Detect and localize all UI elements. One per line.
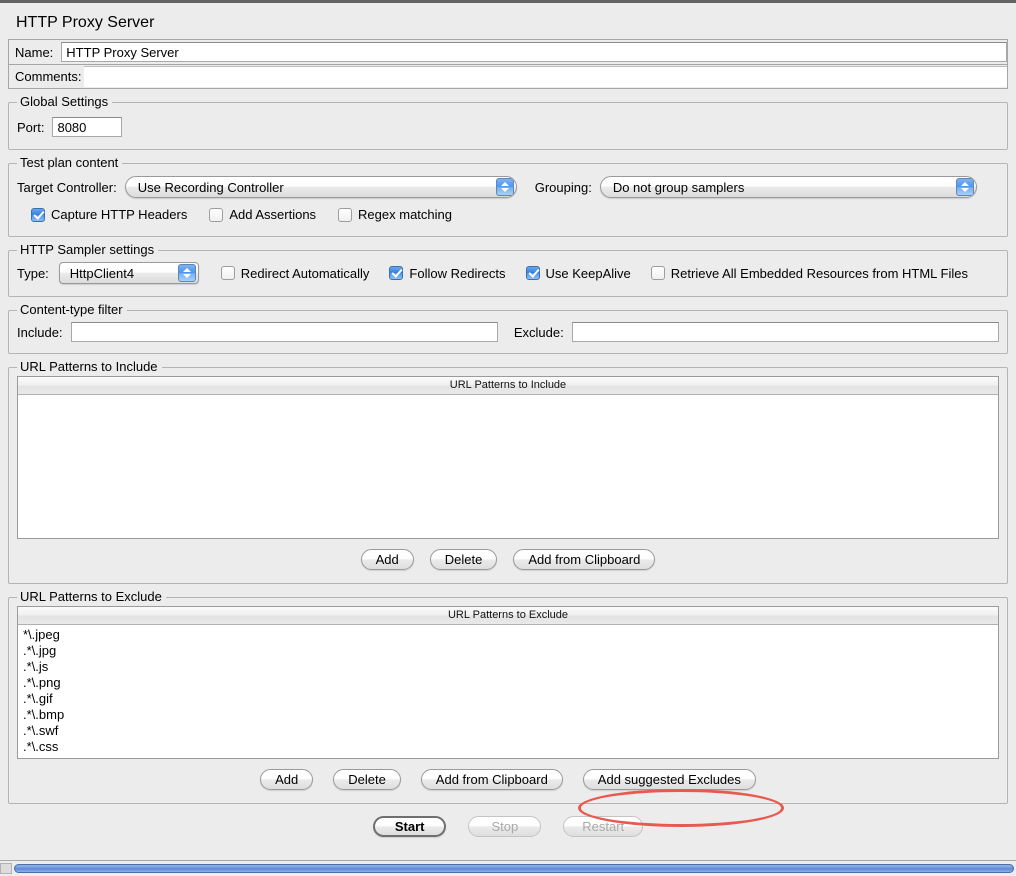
url-include-table[interactable]: URL Patterns to Include (17, 376, 999, 539)
checkbox-add-assertions[interactable]: Add Assertions (209, 207, 316, 222)
url-include-column-header: URL Patterns to Include (18, 377, 998, 395)
sampler-type-combo[interactable]: HttpClient4 (59, 262, 199, 284)
proxy-settings-pane: HTTP Proxy Server Name: Comments: Global… (0, 6, 1016, 863)
grouping-label: Grouping: (535, 180, 592, 195)
table-row[interactable]: .*\.css (18, 739, 998, 755)
url-patterns-exclude-group: URL Patterns to Exclude URL Patterns to … (8, 597, 1008, 804)
comments-input[interactable] (84, 66, 1007, 87)
content-exclude-label: Exclude: (514, 325, 564, 340)
checkbox-label: Follow Redirects (409, 266, 505, 281)
global-settings-legend: Global Settings (17, 95, 112, 109)
url-patterns-exclude-legend: URL Patterns to Exclude (17, 590, 166, 604)
include-add-from-clipboard-button[interactable]: Add from Clipboard (513, 549, 655, 570)
start-button[interactable]: Start (373, 816, 447, 837)
exclude-add-button[interactable]: Add (260, 769, 313, 790)
chevron-updown-icon[interactable] (496, 178, 514, 196)
checkbox-icon[interactable] (31, 208, 45, 222)
content-include-label: Include: (17, 325, 63, 340)
checkbox-icon[interactable] (651, 266, 665, 280)
url-include-table-body[interactable] (18, 395, 998, 539)
chevron-updown-icon[interactable] (178, 264, 196, 282)
checkbox-follow-redirects[interactable]: Follow Redirects (389, 266, 505, 281)
port-label: Port: (17, 120, 44, 135)
checkbox-label: Add Assertions (229, 207, 316, 222)
name-label: Name: (15, 45, 53, 60)
grouping-value: Do not group samplers (613, 180, 956, 195)
target-controller-label: Target Controller: (17, 180, 117, 195)
checkbox-icon[interactable] (221, 266, 235, 280)
checkbox-label: Use KeepAlive (546, 266, 631, 281)
table-row[interactable]: .*\.jpg (18, 643, 998, 659)
url-exclude-table-body[interactable]: *\.jpeg.*\.jpg.*\.js.*\.png.*\.gif.*\.bm… (18, 625, 998, 759)
test-plan-content-group: Test plan content Target Controller: Use… (8, 163, 1008, 237)
checkbox-icon[interactable] (338, 208, 352, 222)
url-exclude-button-row: Add Delete Add from Clipboard Add sugges… (17, 769, 999, 790)
content-include-input[interactable] (71, 322, 498, 342)
checkbox-icon[interactable] (389, 266, 403, 280)
test-plan-content-legend: Test plan content (17, 156, 122, 170)
checkbox-capture-http-headers[interactable]: Capture HTTP Headers (31, 207, 187, 222)
target-controller-value: Use Recording Controller (138, 180, 496, 195)
url-exclude-column-header: URL Patterns to Exclude (18, 607, 998, 625)
scrollbar-corner (0, 863, 12, 874)
url-include-button-row: Add Delete Add from Clipboard (17, 549, 999, 570)
chevron-updown-icon[interactable] (956, 178, 974, 196)
checkbox-regex-matching[interactable]: Regex matching (338, 207, 452, 222)
checkbox-icon[interactable] (209, 208, 223, 222)
http-sampler-settings-legend: HTTP Sampler settings (17, 243, 158, 257)
grouping-combo[interactable]: Do not group samplers (600, 176, 977, 198)
checkbox-redirect-automatically[interactable]: Redirect Automatically (221, 266, 370, 281)
content-type-filter-legend: Content-type filter (17, 303, 127, 317)
page-title: HTTP Proxy Server (8, 6, 1008, 39)
table-row[interactable]: *\.jpeg (18, 627, 998, 643)
comments-row: Comments: (8, 64, 1008, 89)
scrollbar-thumb[interactable] (14, 864, 1014, 873)
checkbox-label: Retrieve All Embedded Resources from HTM… (671, 266, 968, 281)
url-patterns-include-legend: URL Patterns to Include (17, 360, 162, 374)
stop-button: Stop (468, 816, 541, 837)
exclude-delete-button[interactable]: Delete (333, 769, 401, 790)
content-exclude-input[interactable] (572, 322, 999, 342)
http-sampler-settings-group: HTTP Sampler settings Type: HttpClient4 … (8, 250, 1008, 297)
include-add-button[interactable]: Add (361, 549, 414, 570)
port-input[interactable] (52, 117, 122, 137)
exclude-add-suggested-excludes-button[interactable]: Add suggested Excludes (583, 769, 756, 790)
name-row: Name: (8, 39, 1008, 64)
table-row[interactable]: .*\.swf (18, 723, 998, 739)
horizontal-scrollbar[interactable] (0, 860, 1016, 876)
type-label: Type: (17, 266, 49, 281)
checkbox-icon[interactable] (526, 266, 540, 280)
sampler-type-value: HttpClient4 (70, 266, 178, 281)
global-settings-group: Global Settings Port: (8, 102, 1008, 150)
checkbox-label: Capture HTTP Headers (51, 207, 187, 222)
url-patterns-include-group: URL Patterns to Include URL Patterns to … (8, 367, 1008, 584)
target-controller-combo[interactable]: Use Recording Controller (125, 176, 517, 198)
checkbox-label: Regex matching (358, 207, 452, 222)
exclude-add-from-clipboard-button[interactable]: Add from Clipboard (421, 769, 563, 790)
comments-label: Comments: (15, 69, 81, 84)
table-row[interactable]: .*\.bmp (18, 707, 998, 723)
table-row[interactable]: .*\.js (18, 659, 998, 675)
table-row[interactable]: .*\.png (18, 675, 998, 691)
checkbox-label: Redirect Automatically (241, 266, 370, 281)
checkbox-use-keepalive[interactable]: Use KeepAlive (526, 266, 631, 281)
http-proxy-server-window: HTTP Proxy Server Name: Comments: Global… (0, 0, 1016, 876)
url-exclude-table[interactable]: URL Patterns to Exclude *\.jpeg.*\.jpg.*… (17, 606, 999, 759)
table-row[interactable]: .*\.gif (18, 691, 998, 707)
include-delete-button[interactable]: Delete (430, 549, 498, 570)
content-type-filter-group: Content-type filter Include: Exclude: (8, 310, 1008, 354)
restart-button: Restart (563, 816, 643, 837)
name-input[interactable] (61, 42, 1007, 62)
proxy-control-button-row: Start Stop Restart (8, 816, 1008, 837)
checkbox-retrieve-embedded-resources[interactable]: Retrieve All Embedded Resources from HTM… (651, 266, 968, 281)
